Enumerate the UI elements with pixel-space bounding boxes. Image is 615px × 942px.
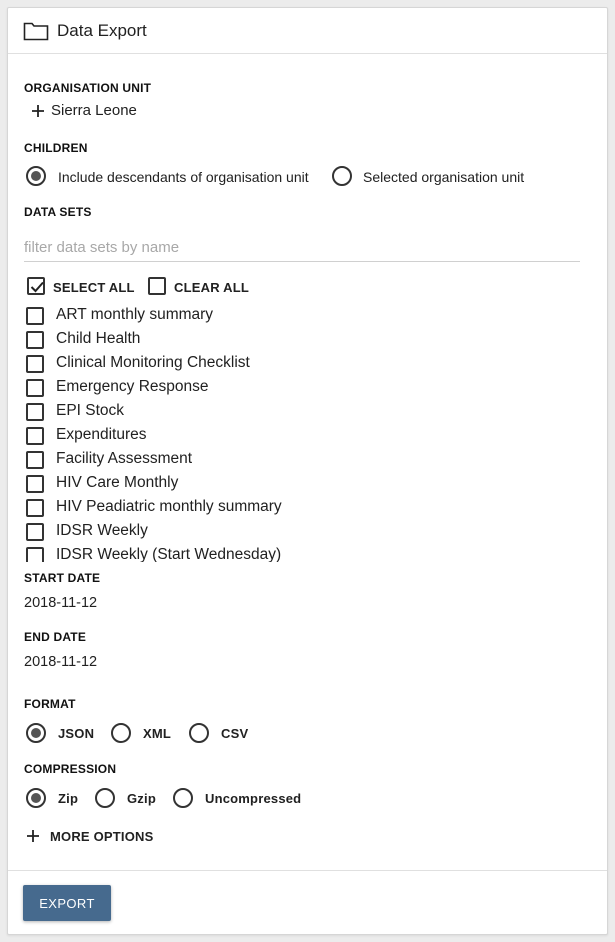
data-set-checkbox[interactable] <box>26 499 44 517</box>
data-sets-list[interactable]: ART monthly summary Child Health Clinica… <box>24 304 584 562</box>
format-xml-label: XML <box>143 726 172 741</box>
start-date-field[interactable]: 2018-11-12 <box>24 595 97 611</box>
data-set-checkbox[interactable] <box>26 547 44 562</box>
data-set-checkbox[interactable] <box>26 307 44 325</box>
card-footer: EXPORT <box>8 870 607 936</box>
children-label: CHILDREN <box>24 141 88 155</box>
export-button[interactable]: EXPORT <box>23 885 111 921</box>
compression-uncompressed-label: Uncompressed <box>205 791 302 806</box>
radio-format-json[interactable] <box>26 723 46 743</box>
start-date-label: START DATE <box>24 571 101 585</box>
data-set-checkbox[interactable] <box>26 427 44 445</box>
list-item[interactable]: Facility Assessment <box>24 448 584 472</box>
data-set-checkbox[interactable] <box>26 355 44 373</box>
compression-zip-label: Zip <box>58 791 79 806</box>
format-csv-label: CSV <box>221 726 249 741</box>
data-set-checkbox[interactable] <box>26 379 44 397</box>
list-item[interactable]: Emergency Response <box>24 376 584 400</box>
include-descendants-label: Include descendants of organisation unit <box>58 169 309 185</box>
list-item[interactable]: ART monthly summary <box>24 304 584 328</box>
clear-all-checkbox[interactable] <box>148 277 166 295</box>
radio-compression-gzip[interactable] <box>95 788 115 808</box>
list-item[interactable]: Expenditures <box>24 424 584 448</box>
more-options-toggle[interactable]: MORE OPTIONS <box>24 826 174 848</box>
compression-gzip-label: Gzip <box>127 791 156 806</box>
data-set-checkbox[interactable] <box>26 451 44 469</box>
radio-selected-org-unit[interactable] <box>332 166 352 186</box>
plus-icon <box>27 830 39 842</box>
select-all-label[interactable]: SELECT ALL <box>53 280 135 295</box>
data-set-checkbox[interactable] <box>26 523 44 541</box>
radio-format-csv[interactable] <box>189 723 209 743</box>
data-set-checkbox[interactable] <box>26 331 44 349</box>
radio-format-xml[interactable] <box>111 723 131 743</box>
list-item[interactable]: Clinical Monitoring Checklist <box>24 352 584 376</box>
end-date-label: END DATE <box>24 630 87 644</box>
format-json-label: JSON <box>58 726 95 741</box>
clear-all-label[interactable]: CLEAR ALL <box>174 280 249 295</box>
data-sets-label: DATA SETS <box>24 205 92 219</box>
filter-data-sets-input[interactable] <box>24 234 580 262</box>
end-date-field[interactable]: 2018-11-12 <box>24 654 97 670</box>
checkmark-icon <box>30 281 44 293</box>
radio-compression-uncompressed[interactable] <box>173 788 193 808</box>
page-title: Data Export <box>57 21 147 40</box>
radio-include-descendants[interactable] <box>26 166 46 186</box>
org-unit-tree-root[interactable]: Sierra Leone <box>51 102 137 119</box>
card-header: Data Export <box>8 8 607 54</box>
list-item[interactable]: HIV Care Monthly <box>24 472 584 496</box>
list-item[interactable]: IDSR Weekly (Start Wednesday) <box>24 544 584 562</box>
expand-plus-icon[interactable] <box>31 104 45 118</box>
more-options-label: MORE OPTIONS <box>50 829 154 844</box>
list-item[interactable]: EPI Stock <box>24 400 584 424</box>
list-item[interactable]: HIV Peadiatric monthly summary <box>24 496 584 520</box>
list-item[interactable]: Child Health <box>24 328 584 352</box>
list-item[interactable]: IDSR Weekly <box>24 520 584 544</box>
selected-org-unit-label: Selected organisation unit <box>363 169 525 185</box>
compression-label: COMPRESSION <box>24 762 117 776</box>
org-unit-label: ORGANISATION UNIT <box>24 81 152 95</box>
select-all-checkbox[interactable] <box>27 277 45 295</box>
format-label: FORMAT <box>24 697 76 711</box>
data-set-checkbox[interactable] <box>26 475 44 493</box>
folder-icon <box>23 22 49 41</box>
radio-compression-zip[interactable] <box>26 788 46 808</box>
data-export-card: Data Export ORGANISATION UNIT Sierra Leo… <box>7 7 608 935</box>
data-set-checkbox[interactable] <box>26 403 44 421</box>
